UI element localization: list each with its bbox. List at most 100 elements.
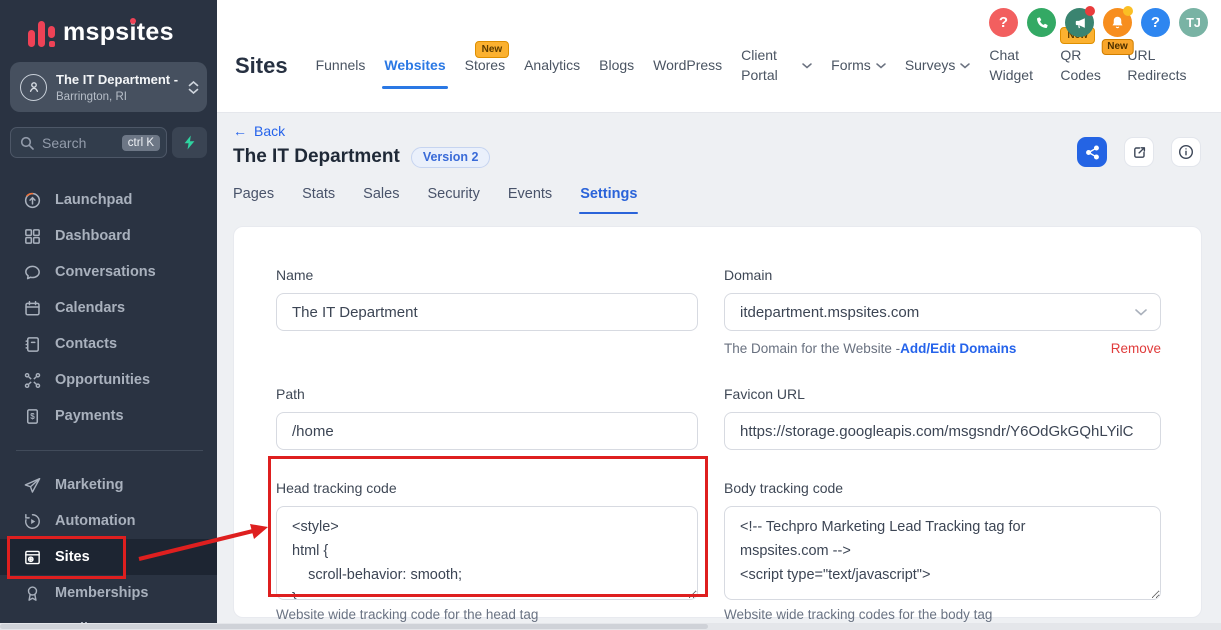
external-link-icon: [1132, 145, 1147, 160]
bell-icon: [1110, 15, 1125, 30]
domain-helper: The Domain for the Website -Add/Edit Dom…: [724, 341, 1016, 356]
path-input[interactable]: [276, 412, 698, 450]
paper-plane-icon: [23, 476, 42, 495]
body-tracking-helper: Website wide tracking codes for the body…: [724, 607, 1161, 622]
logo-bars-icon: [28, 17, 55, 47]
info-icon: [1178, 144, 1194, 160]
automation-icon: [23, 512, 42, 531]
chevron-down-icon: [1135, 309, 1147, 316]
account-location: Barrington, RI: [56, 91, 179, 103]
sidebar-item-calendars[interactable]: Calendars: [0, 290, 217, 326]
quick-actions-button[interactable]: [172, 127, 207, 158]
user-avatar[interactable]: TJ: [1179, 8, 1208, 37]
topnav-funnels[interactable]: Funnels: [316, 56, 366, 76]
opportunities-icon: [23, 371, 42, 390]
announcements-button[interactable]: [1065, 8, 1094, 37]
app-logo[interactable]: mspsites: [0, 0, 217, 47]
topnav-forms[interactable]: Forms: [831, 56, 886, 76]
tab-stats[interactable]: Stats: [302, 186, 335, 202]
sidebar-item-memberships[interactable]: Memberships: [0, 575, 217, 611]
sidebar-item-conversations[interactable]: Conversations: [0, 254, 217, 290]
topnav-websites[interactable]: Websites: [384, 56, 445, 76]
head-tracking-textarea[interactable]: <style> html { scroll-behavior: smooth; …: [276, 506, 698, 600]
chevron-down-icon: [802, 63, 812, 69]
name-field: Name: [276, 267, 698, 356]
tab-sales[interactable]: Sales: [363, 186, 399, 202]
head-tracking-label: Head tracking code: [276, 480, 698, 496]
favicon-field: Favicon URL: [724, 386, 1161, 450]
contacts-book-icon: [23, 335, 42, 354]
scrollbar-thumb[interactable]: [0, 624, 708, 629]
sites-icon: [23, 548, 42, 567]
account-switcher[interactable]: The IT Department - ... Barrington, RI: [10, 62, 207, 112]
open-site-button[interactable]: [1124, 137, 1154, 167]
remove-domain-link[interactable]: Remove: [1111, 341, 1161, 356]
add-edit-domains-link[interactable]: Add/Edit Domains: [900, 341, 1016, 356]
sidebar-nav: Launchpad Dashboard Conversations Calend…: [0, 182, 217, 630]
back-link[interactable]: ← Back: [233, 123, 285, 139]
award-ribbon-icon: [23, 584, 42, 603]
name-input[interactable]: [276, 293, 698, 331]
notifications-new-badge: New: [1101, 39, 1134, 55]
head-tracking-helper: Website wide tracking code for the head …: [276, 607, 698, 622]
favicon-label: Favicon URL: [724, 386, 1161, 402]
search-input[interactable]: Search ctrl K: [10, 127, 167, 158]
tab-settings[interactable]: Settings: [580, 186, 637, 202]
body-tracking-textarea[interactable]: <!-- Techpro Marketing Lead Tracking tag…: [724, 506, 1161, 600]
notifications-button[interactable]: [1103, 8, 1132, 37]
topnav-surveys[interactable]: Surveys: [905, 56, 971, 76]
domain-field: Domain itdepartment.mspsites.com The Dom…: [724, 267, 1161, 356]
chat-bubble-icon: [23, 263, 42, 282]
support-button[interactable]: ?: [1141, 8, 1170, 37]
chevron-up-down-icon: [188, 81, 199, 94]
search-icon: [20, 136, 34, 150]
favicon-input[interactable]: [724, 412, 1161, 450]
sidebar-item-dashboard[interactable]: Dashboard: [0, 218, 217, 254]
topnav-blogs[interactable]: Blogs: [599, 56, 634, 76]
info-button[interactable]: [1171, 137, 1201, 167]
domain-select[interactable]: itdepartment.mspsites.com: [724, 293, 1161, 331]
help-button[interactable]: ?: [989, 8, 1018, 37]
phone-button[interactable]: [1027, 8, 1056, 37]
search-shortcut-badge: ctrl K: [122, 135, 160, 151]
sidebar-item-opportunities[interactable]: Opportunities: [0, 362, 217, 398]
horizontal-scrollbar[interactable]: [0, 623, 1221, 630]
logo-text: mspsites: [63, 18, 174, 47]
calendar-icon: [23, 299, 42, 318]
phone-icon: [1035, 16, 1049, 30]
notification-dot: [1085, 6, 1095, 16]
sidebar-item-contacts[interactable]: Contacts: [0, 326, 217, 362]
chevron-down-icon: [960, 63, 970, 69]
body-tracking-label: Body tracking code: [724, 480, 1161, 496]
sidebar-item-sites[interactable]: Sites: [0, 539, 217, 575]
sidebar-item-marketing[interactable]: Marketing: [0, 467, 217, 503]
topnav-analytics[interactable]: Analytics: [524, 56, 580, 76]
version-badge: Version 2: [411, 147, 491, 168]
sidebar-item-automation[interactable]: Automation: [0, 503, 217, 539]
topnav-chat-widget[interactable]: Chat Widget: [989, 46, 1041, 85]
stores-new-badge: New: [475, 41, 510, 58]
body-tracking-field: Body tracking code <!-- Techpro Marketin…: [724, 480, 1161, 622]
topnav-title: Sites: [235, 53, 288, 79]
notification-dot: [1123, 6, 1133, 16]
sidebar: mspsites The IT Department - ... Barring…: [0, 0, 217, 630]
path-label: Path: [276, 386, 698, 402]
tab-pages[interactable]: Pages: [233, 186, 274, 202]
dashboard-icon: [23, 227, 42, 246]
settings-card: Name Domain itdepartment.mspsites.com Th…: [233, 226, 1202, 618]
sidebar-item-payments[interactable]: $ Payments: [0, 398, 217, 434]
topnav-client-portal[interactable]: Client Portal: [741, 46, 812, 85]
topnav-wordpress[interactable]: WordPress: [653, 56, 722, 76]
account-name: The IT Department - ...: [56, 72, 179, 87]
tab-security[interactable]: Security: [427, 186, 479, 202]
topnav-url-redirects[interactable]: URL Redirects: [1127, 46, 1193, 85]
topnav-stores[interactable]: StoresNew: [465, 56, 505, 76]
path-field: Path: [276, 386, 698, 450]
payments-icon: $: [23, 407, 42, 426]
domain-label: Domain: [724, 267, 1161, 283]
back-arrow-icon: ←: [233, 123, 247, 139]
tab-events[interactable]: Events: [508, 186, 552, 202]
share-button[interactable]: [1077, 137, 1107, 167]
sidebar-item-launchpad[interactable]: Launchpad: [0, 182, 217, 218]
search-placeholder: Search: [42, 135, 114, 151]
